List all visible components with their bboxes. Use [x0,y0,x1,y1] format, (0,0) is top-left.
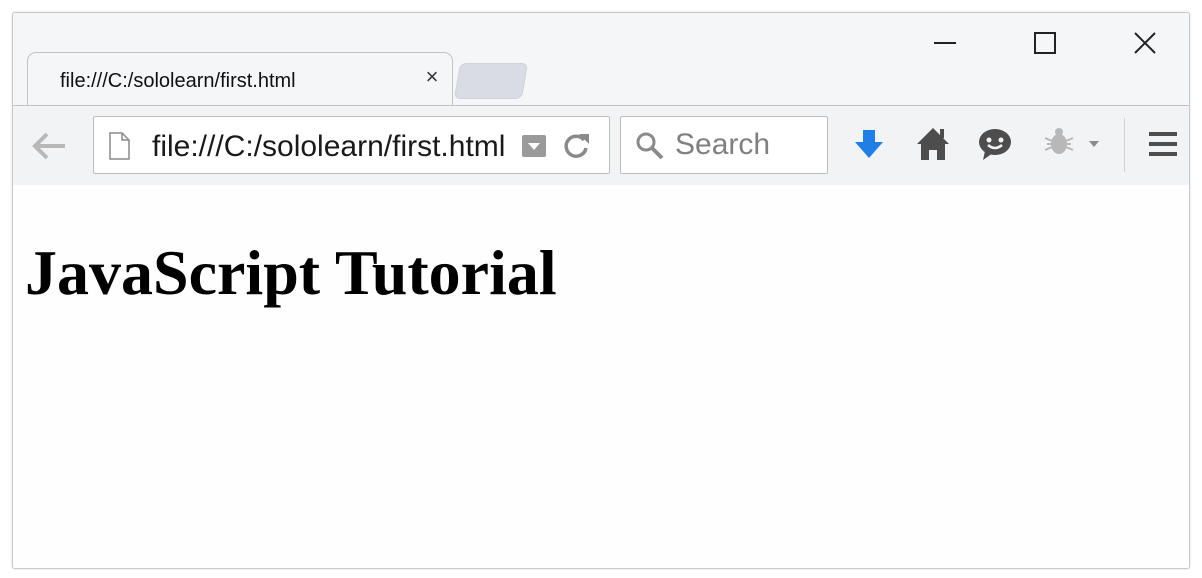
downloads-button[interactable] [849,124,889,164]
chevron-down-icon [1089,141,1099,147]
maximize-button[interactable] [1017,21,1073,65]
new-tab-button[interactable] [453,63,529,99]
addon-button[interactable] [1039,124,1105,164]
maximize-icon [1034,32,1056,54]
browser-tab[interactable]: file:///C:/sololearn/first.html × [27,52,453,106]
bug-icon [1044,128,1099,154]
reload-icon[interactable] [560,129,592,163]
close-icon [1134,32,1156,54]
search-input[interactable] [675,127,821,163]
minimize-button[interactable] [917,21,973,65]
page-content: JavaScript Tutorial [13,185,1189,568]
chat-button[interactable] [975,124,1015,164]
page-icon [109,132,130,160]
search-box[interactable] [620,116,828,174]
tab-title: file:///C:/sololearn/first.html [60,70,296,92]
toolbar-separator [1124,118,1125,172]
home-button[interactable] [913,124,953,164]
back-arrow-icon [32,132,65,160]
navigation-toolbar: file:///C:/sololearn/first.html [13,105,1189,186]
window-close-button[interactable] [1117,21,1173,65]
tab-close-button[interactable]: × [421,65,443,89]
tab-strip: file:///C:/sololearn/first.html × [13,13,1189,106]
address-bar[interactable]: file:///C:/sololearn/first.html [93,116,610,174]
page-heading: JavaScript Tutorial [25,237,557,308]
home-icon [917,128,949,160]
search-icon [636,132,664,160]
back-button[interactable] [29,128,69,164]
menu-button[interactable] [1143,124,1183,164]
download-arrow-icon [855,130,883,158]
browser-window: file:///C:/sololearn/first.html × file:/… [12,12,1190,569]
url-dropdown-button[interactable] [522,135,546,157]
chat-bubble-icon [979,129,1011,160]
minimize-icon [934,42,956,44]
url-text[interactable]: file:///C:/sololearn/first.html [152,130,506,164]
hamburger-menu-icon [1149,132,1177,156]
